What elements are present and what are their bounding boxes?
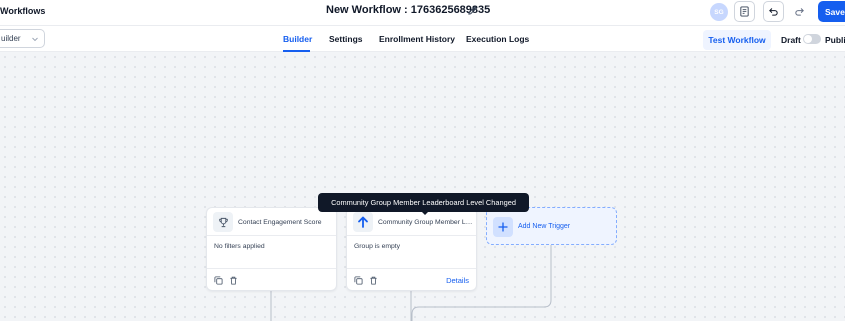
trigger-card-leaderboard-level[interactable]: Community Group Member Leaderboard Level… xyxy=(346,207,477,291)
card-header: Community Group Member Leaderboard Level… xyxy=(347,208,476,236)
trash-icon[interactable] xyxy=(369,276,378,285)
trigger-title: Community Group Member Leaderboard Level… xyxy=(378,219,474,226)
tooltip-arrow xyxy=(421,211,429,215)
add-trigger-label: Add New Trigger xyxy=(518,223,571,230)
trash-icon[interactable] xyxy=(229,276,238,285)
trigger-title: Contact Engagement Score xyxy=(238,219,322,226)
trigger-tooltip: Community Group Member Leaderboard Level… xyxy=(318,193,529,212)
trigger-icon-wrap xyxy=(353,212,373,232)
add-new-trigger-button[interactable]: Add New Trigger xyxy=(486,207,617,245)
copy-icon[interactable] xyxy=(354,276,363,285)
card-footer xyxy=(207,268,336,292)
trigger-filter-summary: No filters applied xyxy=(214,243,265,250)
trigger-filter-summary: Group is empty xyxy=(354,243,401,250)
plus-icon xyxy=(498,222,508,232)
plus-icon-wrap xyxy=(493,217,513,237)
trigger-card-contact-engagement[interactable]: Contact Engagement Score No filters appl… xyxy=(206,207,337,291)
arrow-up-icon xyxy=(358,216,368,228)
details-link[interactable]: Details xyxy=(446,276,469,285)
trophy-icon xyxy=(218,217,228,227)
card-header: Contact Engagement Score xyxy=(207,208,336,236)
trigger-icon-wrap xyxy=(213,212,233,232)
copy-icon[interactable] xyxy=(214,276,223,285)
card-footer: Details xyxy=(347,268,476,292)
